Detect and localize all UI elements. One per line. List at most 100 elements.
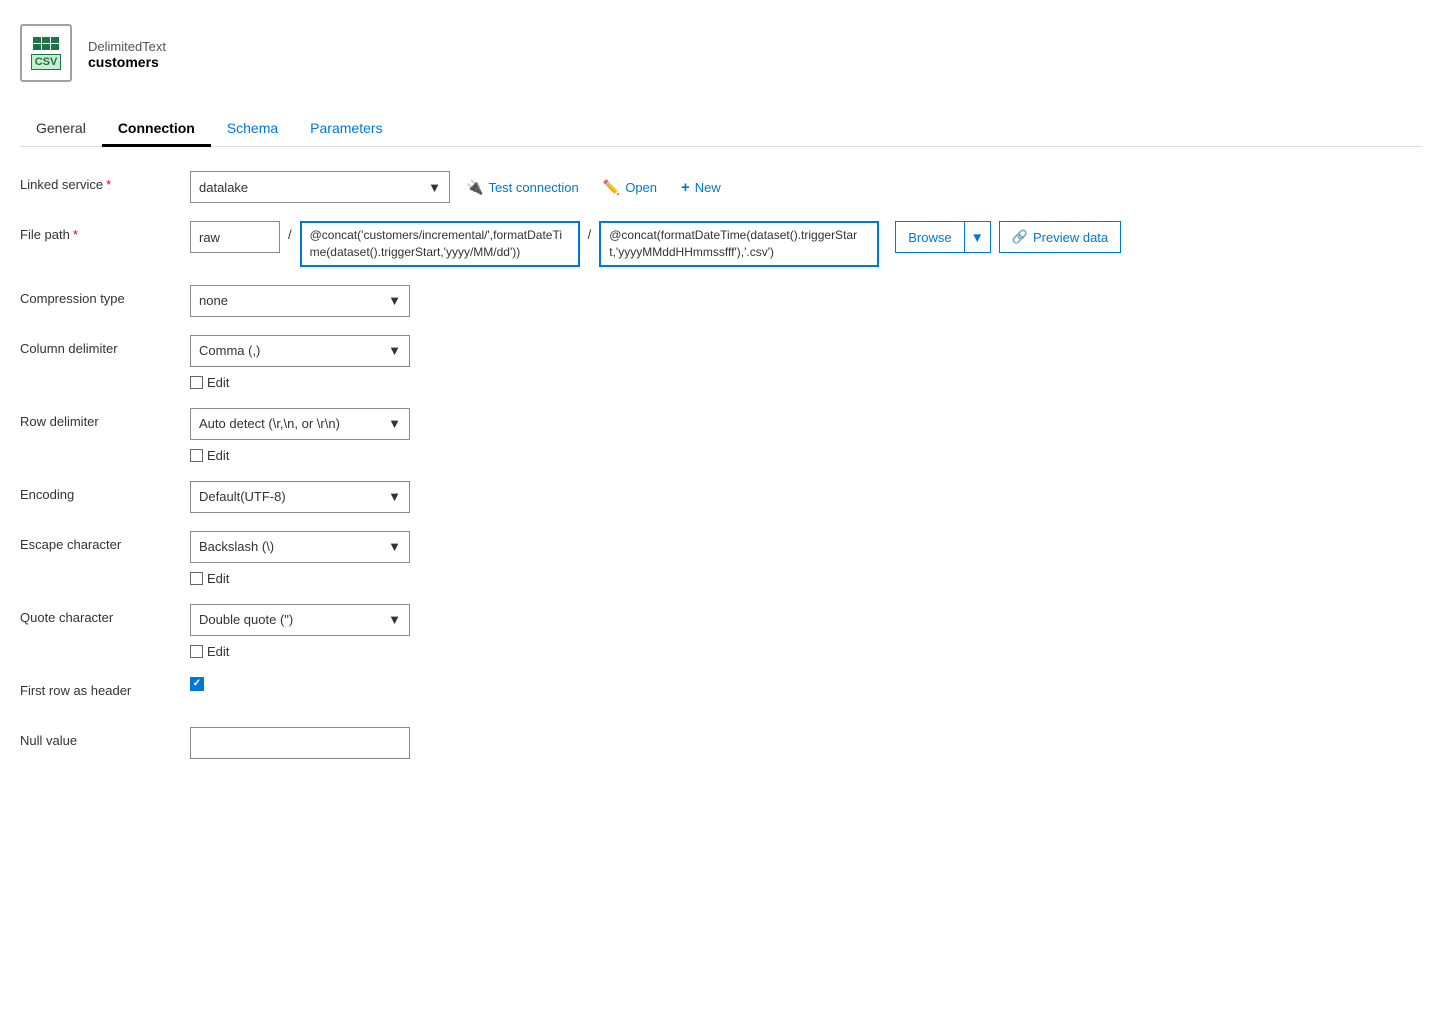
linked-service-arrow: ▼	[428, 180, 441, 195]
column-delimiter-edit-label: Edit	[207, 375, 229, 390]
dataset-name: customers	[88, 54, 166, 70]
tabs-container: General Connection Schema Parameters	[20, 112, 1422, 147]
row-delimiter-value: Auto detect (\r,\n, or \r\n)	[199, 416, 340, 431]
csv-file-icon: CSV	[20, 24, 72, 82]
file-path-expr2[interactable]: @concat(formatDateTime(dataset().trigger…	[599, 221, 879, 267]
pencil-icon: ✏️	[603, 179, 620, 196]
linked-service-dropdown[interactable]: datalake ▼	[190, 171, 450, 203]
encoding-row: Encoding Default(UTF-8) ▼	[20, 481, 1422, 513]
tab-parameters[interactable]: Parameters	[294, 112, 398, 147]
escape-character-edit-checkbox[interactable]	[190, 572, 203, 585]
csv-cell	[42, 37, 50, 43]
null-value-row: Null value	[20, 727, 1422, 759]
browse-button[interactable]: Browse	[895, 221, 964, 253]
null-value-label: Null value	[20, 727, 190, 748]
dataset-header: CSV DelimitedText customers	[20, 16, 1422, 92]
null-value-controls	[190, 727, 1422, 759]
new-button[interactable]: + New	[673, 175, 729, 200]
compression-type-row: Compression type none ▼	[20, 285, 1422, 317]
first-row-header-checkbox[interactable]	[190, 677, 204, 691]
file-path-row: File path * raw / @concat('customers/inc…	[20, 221, 1422, 267]
escape-character-arrow: ▼	[388, 539, 401, 554]
compression-type-label: Compression type	[20, 285, 190, 306]
csv-cell	[33, 44, 41, 50]
required-star: *	[73, 227, 78, 242]
row-delimiter-edit-checkbox[interactable]	[190, 449, 203, 462]
csv-cell	[51, 37, 59, 43]
tab-general[interactable]: General	[20, 112, 102, 147]
linked-service-label: Linked service *	[20, 171, 190, 192]
browse-chevron-icon: ▼	[971, 230, 984, 245]
required-star: *	[106, 177, 111, 192]
plug-icon: 🔌	[466, 179, 483, 196]
csv-cell	[33, 37, 41, 43]
row-delimiter-edit-label: Edit	[207, 448, 229, 463]
csv-icon-grid	[33, 37, 59, 50]
file-path-controls: raw / @concat('customers/incremental/',f…	[190, 221, 1422, 267]
dataset-info: DelimitedText customers	[88, 39, 166, 70]
quote-character-edit-label: Edit	[207, 644, 229, 659]
path-separator-1: /	[284, 221, 296, 248]
column-delimiter-edit-row: Edit	[190, 375, 229, 390]
link-icon: 🔗	[1012, 229, 1028, 245]
quote-character-controls: Double quote (") ▼ Edit	[190, 604, 1422, 659]
column-delimiter-row: Column delimiter Comma (,) ▼ Edit	[20, 335, 1422, 390]
linked-service-controls: datalake ▼ 🔌 Test connection ✏️ Open + N…	[190, 171, 1422, 203]
column-delimiter-edit-checkbox[interactable]	[190, 376, 203, 389]
quote-character-row: Quote character Double quote (") ▼ Edit	[20, 604, 1422, 659]
file-path-expr1[interactable]: @concat('customers/incremental/',formatD…	[300, 221, 580, 267]
encoding-label: Encoding	[20, 481, 190, 502]
row-delimiter-dropdown[interactable]: Auto detect (\r,\n, or \r\n) ▼	[190, 408, 410, 440]
quote-character-dropdown[interactable]: Double quote (") ▼	[190, 604, 410, 636]
escape-character-edit-label: Edit	[207, 571, 229, 586]
column-delimiter-value: Comma (,)	[199, 343, 260, 358]
dataset-icon: CSV	[20, 24, 76, 84]
preview-data-button[interactable]: 🔗 Preview data	[999, 221, 1121, 253]
browse-dropdown-button[interactable]: ▼	[965, 221, 991, 253]
compression-type-value: none	[199, 293, 228, 308]
plus-icon: +	[681, 179, 690, 196]
compression-type-controls: none ▼	[190, 285, 1422, 317]
column-delimiter-dropdown[interactable]: Comma (,) ▼	[190, 335, 410, 367]
quote-character-value: Double quote (")	[199, 612, 293, 627]
escape-character-label: Escape character	[20, 531, 190, 552]
quote-character-edit-checkbox[interactable]	[190, 645, 203, 658]
linked-service-value: datalake	[199, 180, 248, 195]
open-button[interactable]: ✏️ Open	[595, 175, 665, 200]
column-delimiter-controls: Comma (,) ▼ Edit	[190, 335, 1422, 390]
tab-schema[interactable]: Schema	[211, 112, 294, 147]
file-path-browse-group: Browse ▼	[895, 221, 991, 253]
column-delimiter-label: Column delimiter	[20, 335, 190, 356]
linked-service-row: Linked service * datalake ▼ 🔌 Test conne…	[20, 171, 1422, 203]
row-delimiter-arrow: ▼	[388, 416, 401, 431]
quote-character-label: Quote character	[20, 604, 190, 625]
compression-type-dropdown[interactable]: none ▼	[190, 285, 410, 317]
row-delimiter-controls: Auto detect (\r,\n, or \r\n) ▼ Edit	[190, 408, 1422, 463]
file-path-container-input[interactable]: raw	[190, 221, 280, 253]
csv-label: CSV	[31, 54, 62, 70]
escape-character-dropdown[interactable]: Backslash (\) ▼	[190, 531, 410, 563]
tab-connection[interactable]: Connection	[102, 112, 211, 147]
csv-cell	[42, 44, 50, 50]
encoding-controls: Default(UTF-8) ▼	[190, 481, 1422, 513]
test-connection-button[interactable]: 🔌 Test connection	[458, 175, 587, 200]
main-container: CSV DelimitedText customers General Conn…	[0, 0, 1442, 1018]
row-delimiter-row: Row delimiter Auto detect (\r,\n, or \r\…	[20, 408, 1422, 463]
path-separator-2: /	[584, 221, 596, 248]
escape-character-edit-row: Edit	[190, 571, 229, 586]
quote-character-edit-row: Edit	[190, 644, 229, 659]
encoding-dropdown[interactable]: Default(UTF-8) ▼	[190, 481, 410, 513]
escape-character-row: Escape character Backslash (\) ▼ Edit	[20, 531, 1422, 586]
null-value-input[interactable]	[190, 727, 410, 759]
dataset-type: DelimitedText	[88, 39, 166, 54]
first-row-header-row: First row as header	[20, 677, 1422, 709]
row-delimiter-edit-row: Edit	[190, 448, 229, 463]
csv-cell	[51, 44, 59, 50]
encoding-arrow: ▼	[388, 489, 401, 504]
row-delimiter-label: Row delimiter	[20, 408, 190, 429]
escape-character-value: Backslash (\)	[199, 539, 274, 554]
escape-character-controls: Backslash (\) ▼ Edit	[190, 531, 1422, 586]
first-row-header-controls	[190, 677, 1422, 691]
form-section: Linked service * datalake ▼ 🔌 Test conne…	[20, 171, 1422, 797]
column-delimiter-arrow: ▼	[388, 343, 401, 358]
